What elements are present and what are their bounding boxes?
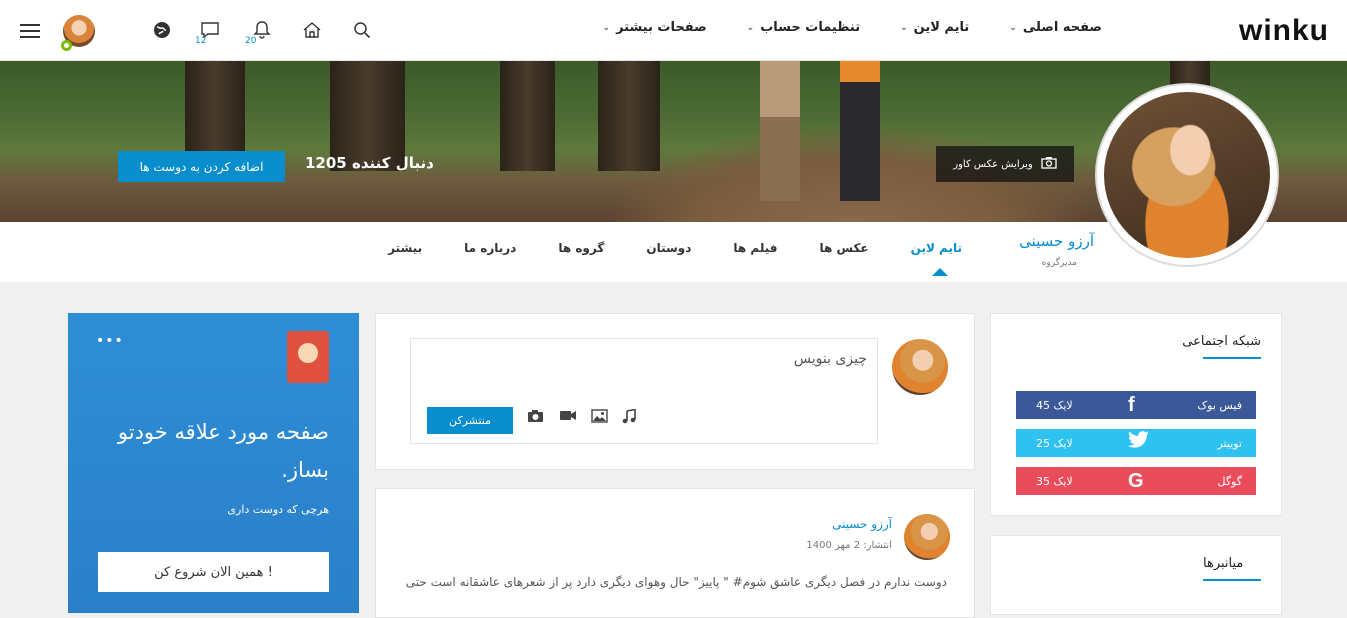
book-icon <box>287 331 329 383</box>
social-google[interactable]: 35 لایک G گوگل <box>1016 467 1256 495</box>
post-author-avatar[interactable] <box>904 514 950 560</box>
google-icon: G <box>1128 469 1144 492</box>
search-icon[interactable] <box>350 18 374 42</box>
post-author-name[interactable]: آرزو حسینی <box>832 517 892 531</box>
menu-item-more-pages[interactable]: ⌄ صفحات بیشتر <box>603 20 707 35</box>
promo-subtitle: هرچی که دوست داری <box>227 503 329 516</box>
add-friend-button[interactable]: اضافه کردن به دوست ها <box>118 151 285 182</box>
profile-role: مدیرگروه <box>1041 258 1077 268</box>
edit-cover-button[interactable]: ویرایش عکس کاور <box>936 146 1074 182</box>
menu-item-account-settings[interactable]: ⌄ تنظیمات حساب <box>747 20 860 35</box>
notifications-count: 20 <box>245 36 257 46</box>
tab-groups[interactable]: گروه ها <box>558 241 604 255</box>
widget-title: شبکه اجتماعی <box>1182 334 1261 359</box>
winku-logo[interactable]: winku <box>1239 14 1329 48</box>
video-icon[interactable] <box>559 409 577 426</box>
tab-timeline[interactable]: تایم لاین <box>911 241 962 255</box>
twitter-icon <box>1128 431 1150 455</box>
promo-card: ••• صفحه مورد علاقه خودتو بساز. هرچی که … <box>68 313 359 613</box>
chevron-down-icon: ⌄ <box>1009 22 1017 33</box>
camera-icon[interactable] <box>527 409 544 427</box>
menu-item-timeline[interactable]: ⌄ تایم لاین <box>900 20 969 35</box>
profile-picture[interactable] <box>1097 85 1277 265</box>
camera-icon <box>1041 156 1057 172</box>
facebook-icon: f <box>1128 393 1135 416</box>
chevron-down-icon: ⌄ <box>746 22 755 33</box>
chevron-down-icon: ⌄ <box>900 22 908 33</box>
messages-count: 12 <box>195 36 207 46</box>
profile-tabs: تایم لاین عکس ها فیلم ها دوستان گروه ها … <box>388 241 962 255</box>
widget-title: میانبرها <box>1203 556 1261 581</box>
tab-friends[interactable]: دوستان <box>646 241 691 255</box>
composer-avatar[interactable] <box>892 339 948 395</box>
profile-name[interactable]: آرزو حسینی <box>1019 232 1094 250</box>
post-date: انتشار: 2 مهر 1400 <box>806 540 892 551</box>
chevron-down-icon: ⌄ <box>602 22 611 33</box>
promo-title: صفحه مورد علاقه خودتو بساز. <box>117 420 329 482</box>
main-menu: ⌄ صفحه اصلی ⌄ تایم لاین ⌄ تنظیمات حساب ⌄ صفح… <box>603 20 1102 35</box>
shortcuts-widget: میانبرها <box>990 535 1282 615</box>
home-icon[interactable] <box>300 18 324 42</box>
image-icon[interactable] <box>591 409 608 427</box>
post-body: دوست ندارم در فصل دیگری عاشق شوم# " پایی… <box>405 575 947 589</box>
active-tab-indicator <box>932 268 948 276</box>
followers-count: 1205 دنبال کننده <box>305 154 434 172</box>
hamburger-menu-icon[interactable] <box>20 24 40 38</box>
social-facebook[interactable]: 45 لایک f فیس بوک <box>1016 391 1256 419</box>
tab-photos[interactable]: عکس ها <box>819 241 868 255</box>
social-network-widget: شبکه اجتماعی 45 لایک f فیس بوک 25 لایک ت… <box>990 313 1282 516</box>
social-twitter[interactable]: 25 لایک توییتر <box>1016 429 1256 457</box>
tab-videos[interactable]: فیلم ها <box>733 241 777 255</box>
post-composer[interactable]: چیزی بنویس منتشرکن <box>410 338 878 444</box>
globe-icon[interactable] <box>150 18 174 42</box>
menu-item-home[interactable]: ⌄ صفحه اصلی <box>1009 20 1102 35</box>
online-status-icon <box>61 40 72 51</box>
publish-button[interactable]: منتشرکن <box>427 407 513 434</box>
tab-about[interactable]: درباره ما <box>464 241 516 255</box>
music-icon[interactable] <box>622 408 636 428</box>
more-options-icon[interactable]: ••• <box>96 333 124 349</box>
top-navbar: 12 20 ⌄ صفحه اصلی ⌄ تایم لاین ⌄ تنظیمات حسا… <box>0 0 1347 61</box>
tab-more[interactable]: بیشتر <box>388 241 422 255</box>
post-card <box>375 488 975 618</box>
composer-placeholder[interactable]: چیزی بنویس <box>794 351 867 367</box>
start-now-button[interactable]: همین الان شروع کن ! <box>98 552 329 592</box>
